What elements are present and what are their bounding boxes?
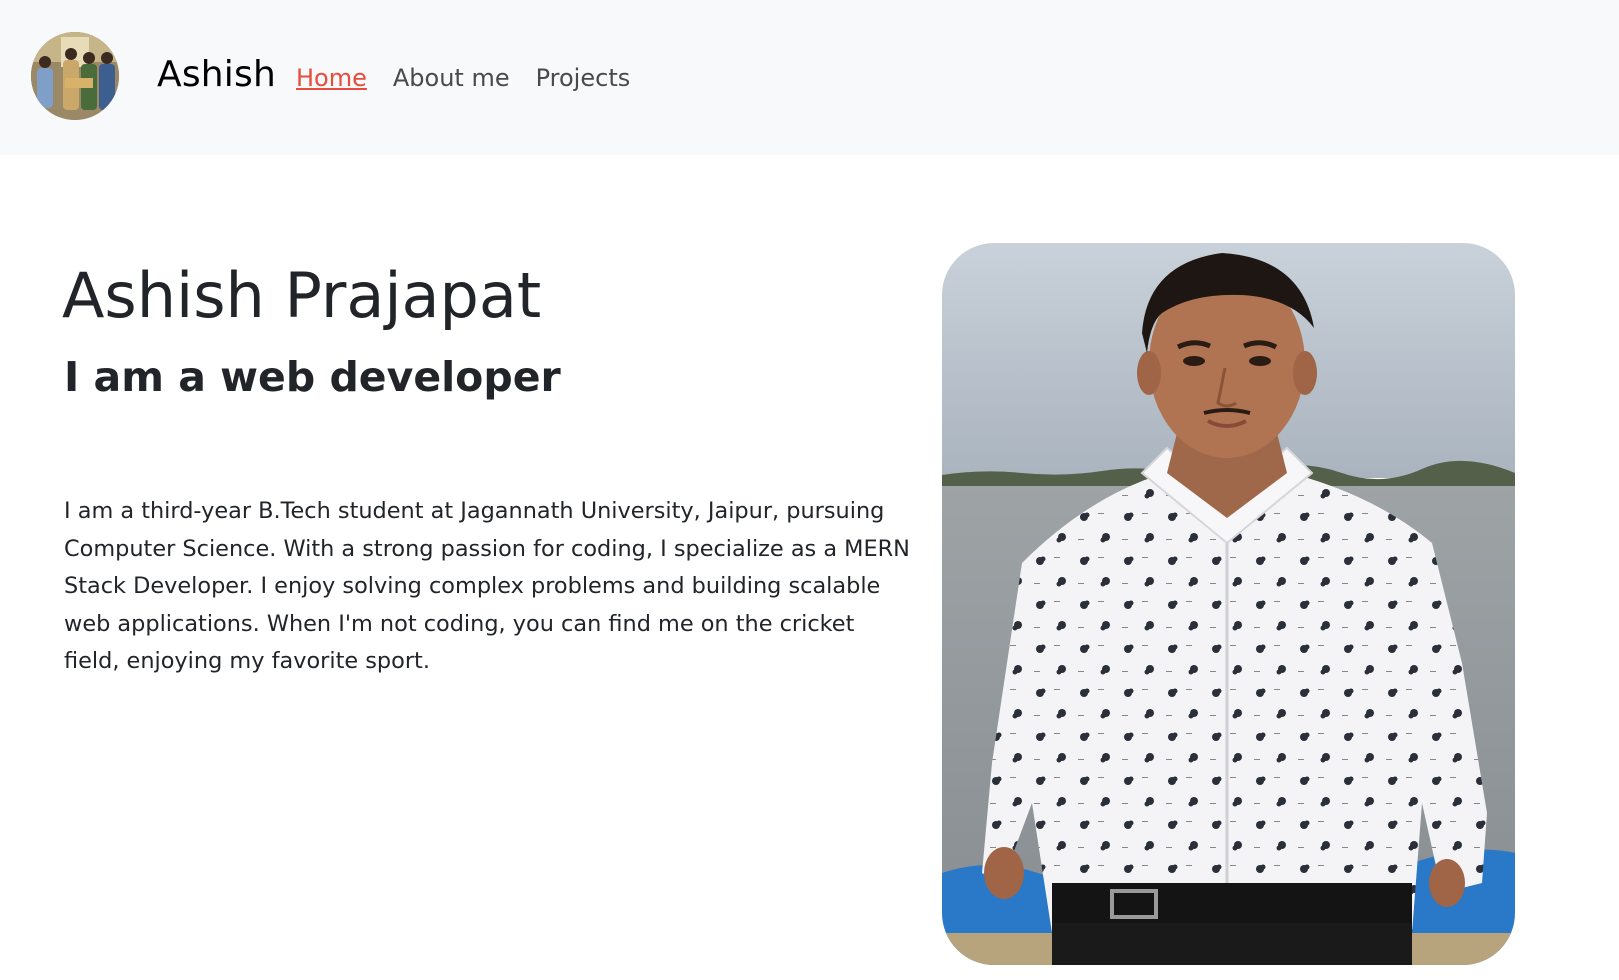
brand-name[interactable]: Ashish bbox=[157, 48, 276, 102]
nav-link-projects[interactable]: Projects bbox=[536, 60, 631, 96]
nav-link-home[interactable]: Home bbox=[296, 60, 367, 96]
navbar: Ashish Home About me Projects bbox=[0, 0, 1619, 155]
nav-links: Home About me Projects bbox=[296, 60, 656, 96]
profile-avatar[interactable] bbox=[31, 32, 119, 120]
hero-name: Ashish Prajapat bbox=[62, 259, 542, 332]
hero-bio: I am a third-year B.Tech student at Jaga… bbox=[64, 498, 910, 674]
hero-tagline: I am a web developer bbox=[64, 353, 561, 401]
profile-portrait bbox=[942, 243, 1515, 965]
nav-link-about[interactable]: About me bbox=[393, 60, 510, 96]
